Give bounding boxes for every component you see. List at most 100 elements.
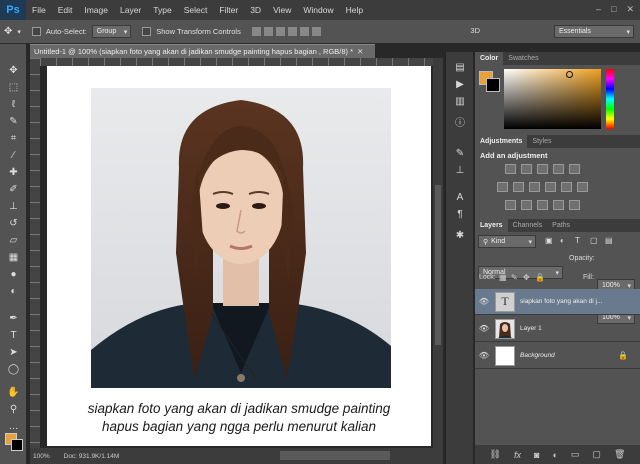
- align-center-icon[interactable]: [299, 27, 309, 36]
- eyedropper-tool-icon[interactable]: ⁄: [5, 149, 22, 163]
- tab-swatches[interactable]: Swatches: [503, 52, 543, 65]
- minimize-button[interactable]: –: [596, 4, 601, 15]
- trash-icon[interactable]: 🗑: [614, 449, 625, 460]
- clone-source-panel-icon[interactable]: ⊥: [453, 165, 467, 177]
- zoom-level[interactable]: 100%: [33, 453, 50, 460]
- filter-pixel-icon[interactable]: ▣: [545, 236, 553, 245]
- paragraph-panel-icon[interactable]: ¶: [453, 209, 467, 221]
- brush-panel-icon[interactable]: ✎: [453, 148, 467, 160]
- visibility-eye-icon[interactable]: 👁: [475, 297, 493, 306]
- tab-styles[interactable]: Styles: [527, 135, 556, 148]
- gradient-tool-icon[interactable]: ▦: [5, 251, 22, 265]
- link-icon[interactable]: ⛓: [490, 449, 501, 460]
- horizontal-scrollbar-thumb[interactable]: [280, 451, 390, 460]
- color-picker-cursor[interactable]: [566, 71, 573, 78]
- close-window-button[interactable]: ✕: [626, 4, 634, 15]
- selective-color-icon[interactable]: [569, 200, 580, 210]
- tab-channels[interactable]: Channels: [508, 219, 548, 232]
- tab-layers[interactable]: Layers: [475, 219, 508, 232]
- layer-name[interactable]: siapkan foto yang akan di j...: [520, 298, 610, 305]
- histogram-panel-icon[interactable]: ▥: [453, 96, 467, 108]
- path-selection-tool-icon[interactable]: ➤: [5, 346, 22, 360]
- filter-smart-object-icon[interactable]: ▤: [605, 236, 613, 245]
- pen-tool-icon[interactable]: ✒: [5, 312, 22, 326]
- zoom-tool-icon[interactable]: ⚲: [5, 403, 22, 417]
- dodge-tool-icon[interactable]: ◐: [5, 285, 22, 299]
- healing-brush-tool-icon[interactable]: ✚: [5, 166, 22, 180]
- exposure-icon[interactable]: [553, 164, 564, 174]
- menu-window[interactable]: Window: [297, 5, 339, 15]
- layer-name[interactable]: Layer 1: [520, 325, 610, 332]
- maximize-button[interactable]: □: [611, 4, 616, 15]
- layer-row-background[interactable]: 👁 Background 🔒: [475, 343, 640, 369]
- layer-name[interactable]: Background: [520, 352, 610, 359]
- levels-icon[interactable]: [521, 164, 532, 174]
- visibility-eye-icon[interactable]: 👁: [475, 351, 493, 360]
- layer-row-text[interactable]: 👁 T siapkan foto yang akan di j...: [475, 289, 640, 315]
- menu-layer[interactable]: Layer: [114, 5, 147, 15]
- menu-file[interactable]: File: [26, 5, 52, 15]
- channel-mixer-icon[interactable]: [561, 182, 572, 192]
- history-panel-icon[interactable]: ▤: [453, 62, 467, 74]
- lock-position-icon[interactable]: ✥: [523, 273, 530, 282]
- tool-preset-arrow-icon[interactable]: ▾: [17, 28, 21, 36]
- threshold-icon[interactable]: [537, 200, 548, 210]
- tab-adjustments[interactable]: Adjustments: [475, 135, 528, 148]
- more-tools-icon[interactable]: …: [5, 420, 22, 434]
- quick-select-tool-icon[interactable]: ✎: [5, 115, 22, 129]
- new-layer-icon[interactable]: ▢: [592, 449, 601, 460]
- tab-color[interactable]: Color: [475, 52, 504, 65]
- character-panel-icon[interactable]: A: [453, 192, 467, 204]
- marquee-tool-icon[interactable]: ⬚: [5, 81, 22, 95]
- black-white-icon[interactable]: [529, 182, 540, 192]
- actions-panel-icon[interactable]: ▶: [453, 79, 467, 91]
- color-balance-icon[interactable]: [513, 182, 524, 192]
- document-size-info[interactable]: Doc: 931.9K/1.14M: [64, 453, 120, 460]
- lock-transparent-icon[interactable]: ▦: [499, 273, 507, 282]
- background-color-swatch[interactable]: [11, 439, 23, 451]
- crop-tool-icon[interactable]: ⌗: [5, 132, 22, 146]
- hand-tool-icon[interactable]: ✋: [5, 386, 22, 400]
- properties-panel-icon[interactable]: ✱: [453, 230, 467, 242]
- align-top-icon[interactable]: [251, 27, 261, 36]
- vibrance-icon[interactable]: [569, 164, 580, 174]
- clone-stamp-tool-icon[interactable]: ⊥: [5, 200, 22, 214]
- posterize-icon[interactable]: [521, 200, 532, 210]
- filter-shape-icon[interactable]: ▢: [590, 236, 598, 245]
- layer-kind-filter[interactable]: ⚲ Kind: [478, 235, 536, 248]
- ellipse-tool-icon[interactable]: ◯: [5, 363, 22, 377]
- filter-adjustment-icon[interactable]: ◐: [560, 236, 565, 245]
- move-tool-icon[interactable]: ✥: [4, 26, 12, 37]
- move-tool-icon[interactable]: ✥: [5, 64, 22, 78]
- type-tool-icon[interactable]: T: [5, 329, 22, 343]
- brush-tool-icon[interactable]: ✐: [5, 183, 22, 197]
- auto-select-checkbox[interactable]: [31, 27, 41, 36]
- hue-saturation-icon[interactable]: [497, 182, 508, 192]
- fx-icon[interactable]: fx: [514, 450, 521, 460]
- curves-icon[interactable]: [537, 164, 548, 174]
- lock-all-icon[interactable]: 🔒: [535, 273, 545, 282]
- align-bottom-icon[interactable]: [275, 27, 285, 36]
- eraser-tool-icon[interactable]: ▱: [5, 234, 22, 248]
- align-left-icon[interactable]: [287, 27, 297, 36]
- color-picker-field[interactable]: [504, 69, 601, 129]
- document-tab[interactable]: Untitled-1 @ 100% (siapkan foto yang aka…: [30, 44, 375, 58]
- close-document-icon[interactable]: ✕: [357, 47, 363, 56]
- blur-tool-icon[interactable]: ●: [5, 268, 22, 282]
- brightness-contrast-icon[interactable]: [505, 164, 516, 174]
- menu-edit[interactable]: Edit: [52, 5, 79, 15]
- layer-row-image[interactable]: 👁 Layer 1: [475, 316, 640, 342]
- menu-3d[interactable]: 3D: [244, 5, 267, 15]
- align-middle-icon[interactable]: [263, 27, 273, 36]
- filter-type-icon[interactable]: T: [575, 236, 580, 245]
- align-right-icon[interactable]: [311, 27, 321, 36]
- color-lookup-icon[interactable]: [577, 182, 588, 192]
- mask-icon[interactable]: ◙: [534, 450, 539, 460]
- invert-icon[interactable]: [505, 200, 516, 210]
- color-panel-background-swatch[interactable]: [486, 78, 500, 92]
- hue-slider[interactable]: [606, 69, 614, 129]
- info-panel-icon[interactable]: ⓘ: [453, 118, 467, 130]
- show-transform-checkbox[interactable]: [142, 27, 152, 36]
- tab-paths[interactable]: Paths: [547, 219, 575, 232]
- caption-text-layer[interactable]: siapkan foto yang akan di jadikan smudge…: [47, 400, 431, 436]
